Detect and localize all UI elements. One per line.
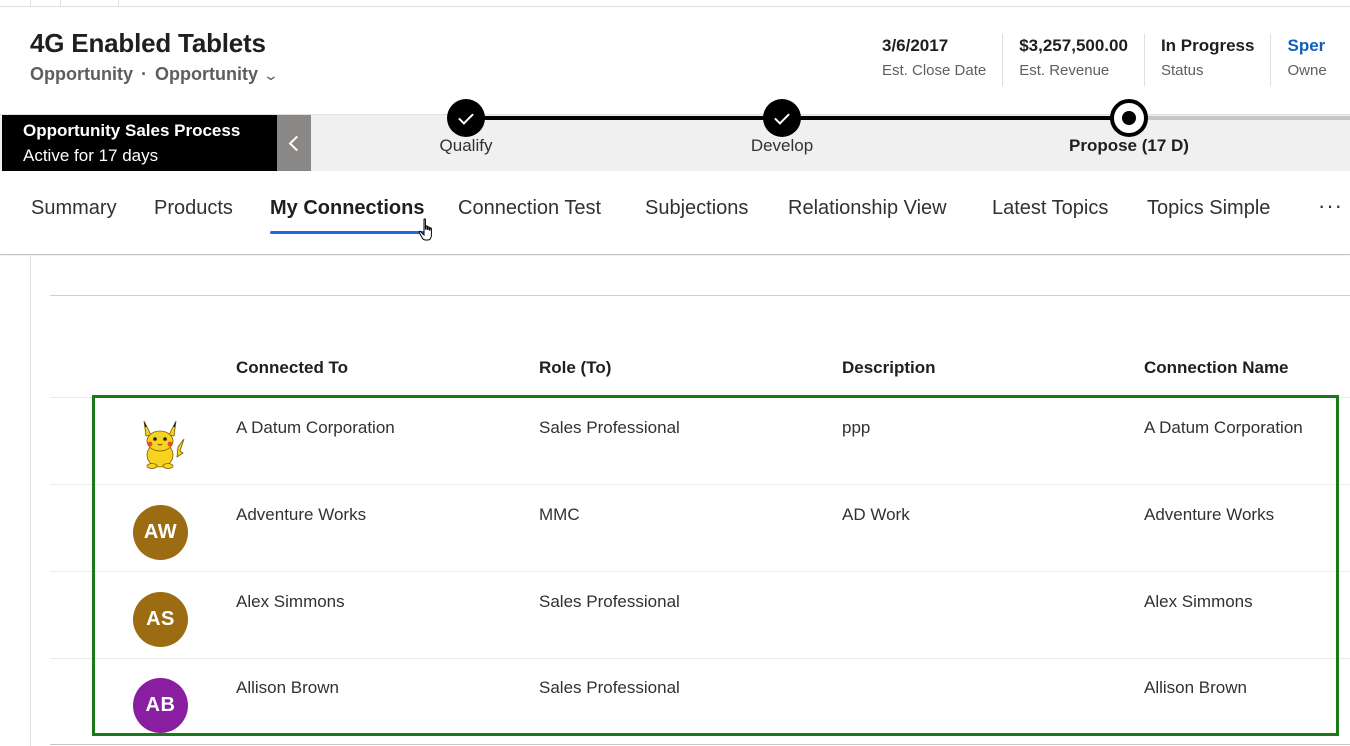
stage-develop[interactable]: Develop	[682, 99, 882, 156]
tab-stub	[60, 0, 61, 7]
record-subtitle: Opportunity · Opportunity ⌄	[30, 64, 280, 85]
header-field-label: Status	[1160, 62, 1204, 79]
chevron-left-icon	[288, 135, 305, 152]
header-fields: 3/6/2017 Est. Close Date $3,257,500.00 E…	[866, 34, 1343, 88]
business-process-flow: Opportunity Sales Process Active for 17 …	[0, 99, 1350, 172]
tab-latest-topics[interactable]: Latest Topics	[992, 197, 1108, 220]
column-header-connection-name[interactable]: Connection Name	[1144, 358, 1289, 378]
grid-header: Connected To Role (To) Description Conne…	[0, 356, 1350, 398]
checkmark-icon	[763, 99, 801, 137]
header-field-value: 3/6/2017	[882, 36, 949, 55]
column-header-description[interactable]: Description	[842, 358, 936, 378]
tab-summary[interactable]: Summary	[31, 197, 117, 220]
header-field-close-date: 3/6/2017 Est. Close Date	[866, 34, 1002, 86]
tab-connection-test[interactable]: Connection Test	[458, 197, 601, 220]
tab-stub	[30, 0, 31, 7]
tab-topics-simple[interactable]: Topics Simple	[1147, 197, 1270, 220]
form-name: Opportunity	[154, 64, 258, 84]
stage-label: Develop	[750, 136, 814, 155]
form-tabs: Summary Products My Connections Connecti…	[0, 171, 1350, 255]
tab-relationship-view[interactable]: Relationship View	[788, 197, 947, 220]
tab-my-connections[interactable]: My Connections	[270, 197, 425, 234]
top-tab-strip	[0, 0, 1350, 7]
form-selector[interactable]: Opportunity ⌄	[154, 64, 280, 85]
header-field-value: In Progress	[1160, 36, 1255, 55]
header-field-label: Est. Close Date	[882, 62, 987, 79]
header-field-revenue: $3,257,500.00 Est. Revenue	[1002, 34, 1144, 86]
process-name-panel[interactable]: Opportunity Sales Process Active for 17 …	[2, 115, 277, 172]
stage-qualify[interactable]: Qualify	[366, 99, 566, 156]
left-rail	[30, 256, 31, 746]
tab-stub	[118, 0, 119, 7]
record-title: 4G Enabled Tablets	[30, 28, 266, 58]
header-field-value: $3,257,500.00	[1019, 36, 1128, 55]
header-field-owner: Sper Owne	[1270, 34, 1342, 86]
more-tabs-button[interactable]: ···	[1318, 193, 1343, 219]
checkmark-icon	[447, 99, 485, 137]
header-field-label: Est. Revenue	[1019, 62, 1110, 79]
header-field-label: Owne	[1287, 62, 1327, 79]
process-collapse-button[interactable]	[277, 115, 311, 172]
header-field-status: In Progress Status	[1143, 34, 1271, 86]
connections-section: Connected To Role (To) Description Conne…	[0, 256, 1350, 746]
stage-propose[interactable]: Propose (17 D)	[1029, 99, 1229, 156]
highlight-box	[92, 395, 1339, 736]
grid-bottom-border	[50, 744, 1350, 745]
entity-name: Opportunity	[30, 64, 133, 84]
chevron-down-icon: ⌄	[262, 67, 280, 83]
owner-link[interactable]: Sper	[1287, 36, 1326, 56]
process-duration: Active for 17 days	[23, 146, 159, 165]
section-divider	[50, 295, 1350, 296]
stage-label: Qualify	[439, 136, 493, 155]
column-header-connected-to[interactable]: Connected To	[236, 358, 348, 378]
column-header-role[interactable]: Role (To)	[539, 358, 611, 378]
separator: ·	[140, 64, 147, 84]
tab-subjections[interactable]: Subjections	[645, 197, 748, 220]
stage-label: Propose (17 D)	[1069, 136, 1189, 155]
tab-products[interactable]: Products	[154, 197, 233, 220]
hand-pointer-icon	[418, 218, 432, 241]
process-name: Opportunity Sales Process	[23, 121, 241, 140]
active-stage-icon	[1110, 99, 1148, 137]
